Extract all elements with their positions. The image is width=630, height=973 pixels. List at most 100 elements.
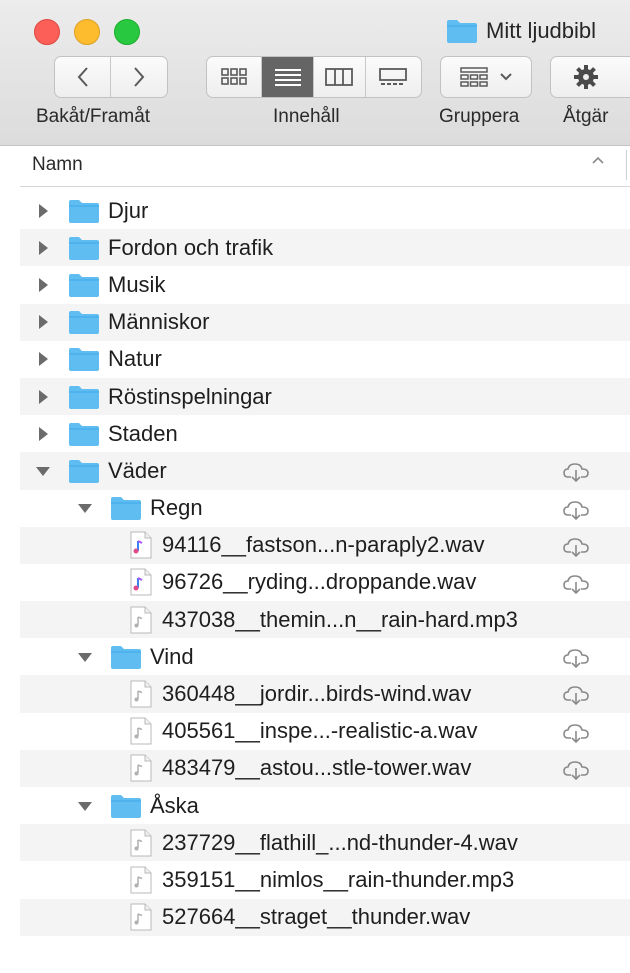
back-forward-control — [54, 56, 168, 98]
chevron-left-icon — [77, 67, 88, 87]
triangle-icon — [39, 352, 48, 367]
list-icon — [274, 69, 301, 86]
column-view-button[interactable] — [314, 57, 366, 97]
disclosure-collapsed-icon[interactable] — [32, 274, 54, 296]
triangle-icon — [39, 389, 48, 404]
folder-row[interactable]: Vind — [20, 638, 630, 675]
file-row[interactable]: 483479__astou...stle-tower.wav — [20, 749, 630, 787]
column-header-name[interactable]: Namn — [20, 146, 630, 187]
folder-icon — [111, 497, 141, 521]
audio-file-icon — [130, 903, 152, 931]
gallery-view-button[interactable] — [366, 57, 421, 97]
gallery-icon — [379, 68, 408, 85]
disclosure-expanded-icon[interactable] — [74, 497, 96, 519]
group-grid-icon — [460, 67, 488, 87]
back-forward-label: Bakåt/Framåt — [36, 106, 151, 127]
audio-file-icon — [130, 606, 152, 634]
disclosure-collapsed-icon[interactable] — [32, 311, 54, 333]
item-name: 527664__straget__thunder.wav — [162, 904, 471, 930]
item-name: 359151__nimlos__rain-thunder.mp3 — [162, 866, 515, 892]
folder-row[interactable]: Regn — [20, 490, 630, 527]
action-label: Åtgär — [563, 106, 609, 127]
column-separator — [626, 150, 627, 180]
item-name: 96726__ryding...droppande.wav — [162, 569, 477, 595]
audio-file-icon — [130, 866, 152, 894]
folder-row[interactable]: Musik — [20, 266, 630, 303]
audio-file-icon — [130, 680, 152, 708]
item-name: Väder — [108, 457, 167, 483]
item-name: Fordon och trafik — [108, 234, 274, 260]
close-window-button[interactable] — [34, 19, 60, 45]
folder-row[interactable]: Väder — [20, 452, 630, 490]
item-name: Åska — [150, 792, 199, 818]
cloud-download-icon — [563, 500, 589, 520]
group-button-inner[interactable] — [441, 57, 531, 97]
file-row[interactable]: 359151__nimlos__rain-thunder.mp3 — [20, 861, 630, 898]
file-row[interactable]: 94116__fastson...n-paraply2.wav — [20, 526, 630, 564]
action-button-inner[interactable] — [551, 57, 621, 97]
music-file-icon — [130, 568, 152, 596]
triangle-icon — [39, 426, 48, 441]
list-view-button[interactable] — [262, 57, 314, 97]
disclosure-expanded-icon[interactable] — [74, 646, 96, 668]
columns-icon — [325, 68, 354, 86]
folder-icon — [69, 273, 99, 297]
action-button[interactable] — [550, 56, 630, 98]
triangle-icon — [39, 277, 48, 292]
folder-icon — [69, 422, 99, 446]
group-label: Gruppera — [439, 106, 520, 127]
file-row[interactable]: 405561__inspe...-realistic-a.wav — [20, 713, 630, 750]
forward-button[interactable] — [111, 57, 167, 97]
cloud-download-icon — [563, 686, 589, 706]
item-name: 437038__themin...n__rain-hard.mp3 — [162, 606, 518, 632]
item-name: Natur — [108, 346, 162, 372]
disclosure-expanded-icon[interactable] — [74, 795, 96, 817]
disclosure-collapsed-icon[interactable] — [32, 348, 54, 370]
folder-row[interactable]: Röstinspelningar — [20, 377, 630, 416]
file-row[interactable]: 96726__ryding...droppande.wav — [20, 564, 630, 601]
gear-icon — [574, 65, 598, 89]
minimize-window-button[interactable] — [74, 19, 100, 45]
file-row[interactable]: 437038__themin...n__rain-hard.mp3 — [20, 601, 630, 639]
icon-view-button[interactable] — [207, 57, 263, 97]
triangle-icon — [36, 466, 50, 476]
chevron-right-icon — [134, 67, 145, 87]
icon-grid-icon — [221, 68, 248, 85]
disclosure-collapsed-icon[interactable] — [32, 423, 54, 445]
disclosure-collapsed-icon[interactable] — [32, 200, 54, 222]
file-row[interactable]: 360448__jordir...birds-wind.wav — [20, 675, 630, 713]
folder-row[interactable]: Människor — [20, 303, 630, 341]
cloud-download-icon — [563, 649, 589, 669]
folder-icon — [69, 311, 99, 335]
item-name: 237729__flathill_...nd-thunder-4.wav — [162, 829, 518, 855]
file-row[interactable]: 527664__straget__thunder.wav — [20, 898, 630, 936]
view-label: Innehåll — [273, 106, 340, 127]
left-margin — [0, 146, 20, 966]
folder-row[interactable]: Djur — [20, 192, 630, 229]
cloud-download-icon — [563, 537, 589, 557]
window-title: Mitt ljudbibl — [446, 16, 596, 46]
disclosure-collapsed-icon[interactable] — [32, 237, 54, 259]
triangle-icon — [78, 652, 92, 662]
folder-icon — [69, 348, 99, 372]
window-title-text: Mitt ljudbibl — [486, 18, 597, 43]
disclosure-expanded-icon[interactable] — [32, 460, 54, 482]
folder-row[interactable]: Natur — [20, 341, 630, 378]
column-header-label: Namn — [32, 154, 83, 175]
sort-ascending-icon — [592, 156, 604, 164]
group-button[interactable] — [440, 56, 532, 98]
folder-row[interactable]: Åska — [20, 787, 630, 824]
folder-icon — [69, 199, 99, 223]
folder-row[interactable]: Fordon och trafik — [20, 229, 630, 267]
chevron-down-icon — [500, 73, 512, 81]
folder-icon — [69, 236, 99, 260]
folder-icon — [111, 794, 141, 818]
item-name: Regn — [150, 495, 203, 521]
disclosure-collapsed-icon[interactable] — [32, 386, 54, 408]
audio-file-icon — [130, 829, 152, 857]
folder-row[interactable]: Staden — [20, 415, 630, 452]
file-row[interactable]: 237729__flathill_...nd-thunder-4.wav — [20, 824, 630, 862]
triangle-icon — [39, 315, 48, 330]
back-button[interactable] — [55, 57, 111, 97]
zoom-window-button[interactable] — [114, 19, 140, 45]
